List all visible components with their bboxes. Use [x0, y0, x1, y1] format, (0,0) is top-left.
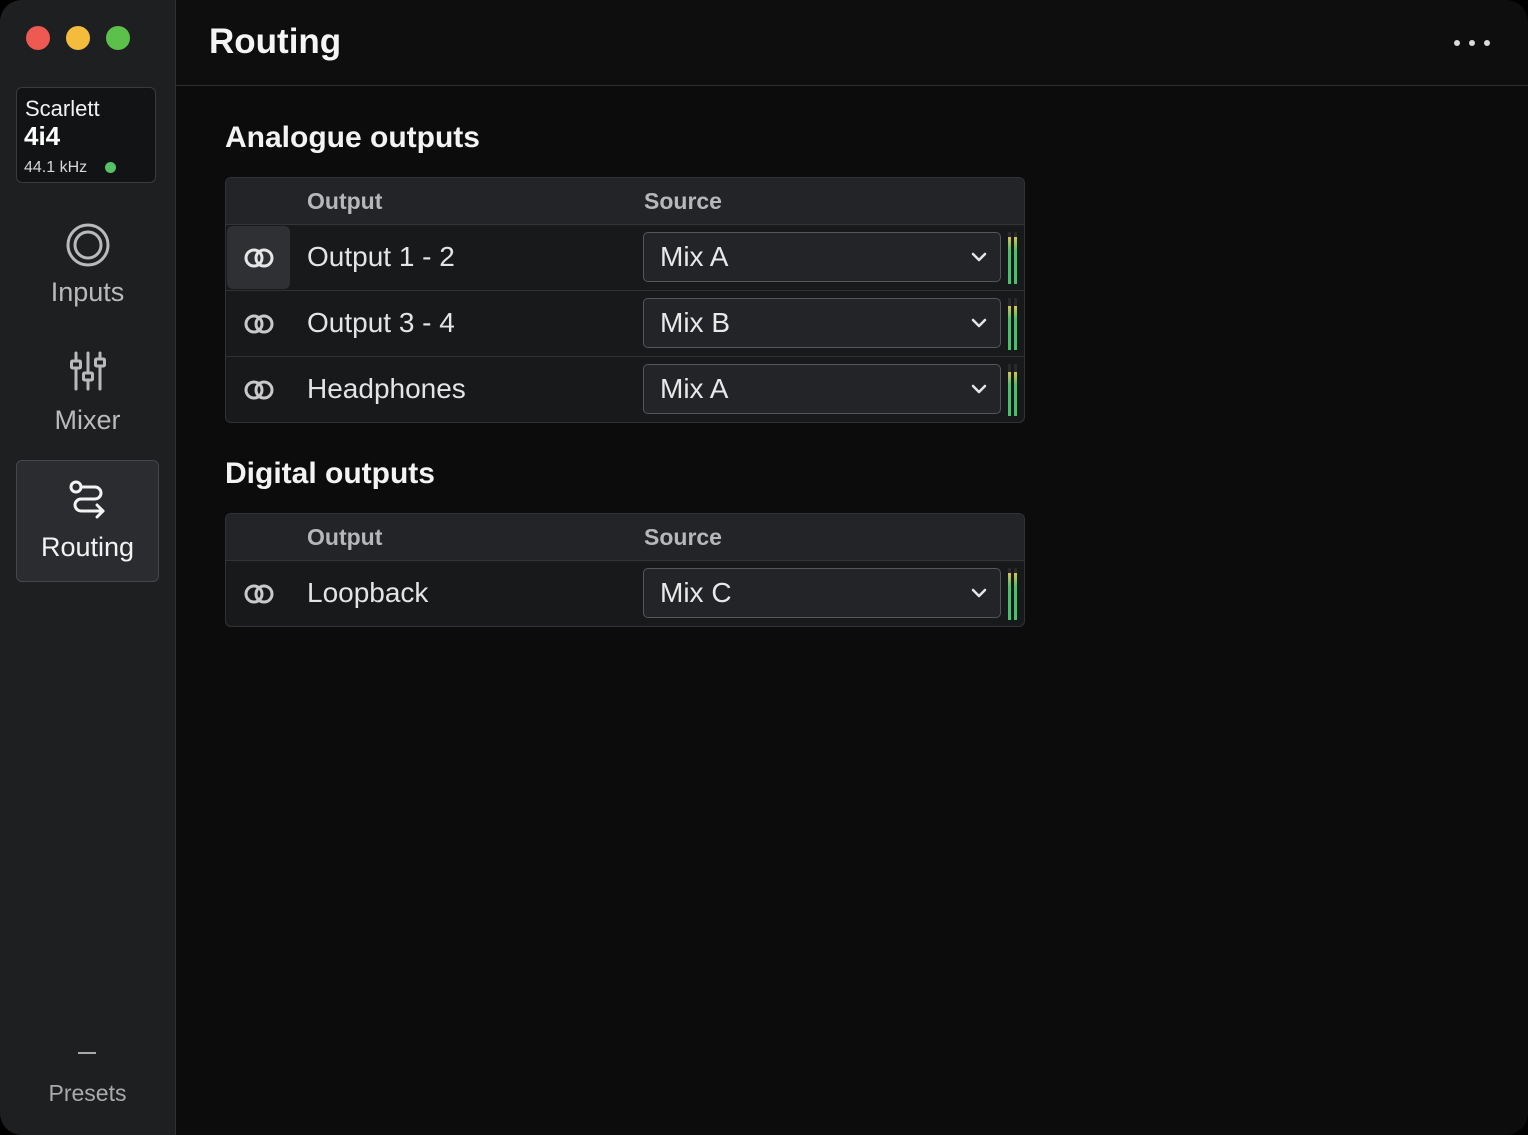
chevron-down-icon: [970, 248, 988, 271]
column-header-output: Output: [307, 188, 383, 214]
output-name: Headphones: [307, 373, 466, 404]
sidebar-item-label: Mixer: [54, 405, 121, 435]
source-select-value: Mix A: [660, 241, 729, 272]
digital-outputs-table: Output Source Loopback Mix C: [225, 513, 1025, 627]
source-select-value: Mix B: [660, 307, 730, 338]
meter-fill: [1008, 237, 1011, 284]
meter-fill: [1014, 573, 1017, 620]
zoom-window-button[interactable]: [106, 26, 130, 50]
table-header: Output Source: [226, 178, 1024, 225]
source-select[interactable]: Mix C: [643, 568, 1001, 618]
chevron-down-icon: [970, 314, 988, 337]
output-name: Output 3 - 4: [307, 307, 455, 338]
stereo-link-icon[interactable]: [227, 562, 290, 625]
stereo-link-icon[interactable]: [227, 226, 290, 289]
sidebar-item-label: Routing: [40, 532, 135, 562]
analogue-outputs-table: Output Source Output 1 - 2 Mix A Output …: [225, 177, 1025, 423]
level-meter: [1008, 298, 1018, 350]
stereo-link-icon[interactable]: [227, 358, 290, 421]
meter-channel-left: [1008, 232, 1011, 284]
meter-fill: [1008, 371, 1011, 416]
analogue-outputs-title: Analogue outputs: [225, 121, 480, 154]
table-header: Output Source: [226, 514, 1024, 561]
chevron-down-icon: [970, 380, 988, 403]
source-select-value: Mix C: [660, 577, 732, 608]
presets-button[interactable]: Presets: [0, 1078, 175, 1108]
meter-channel-left: [1008, 298, 1011, 350]
meter-channel-right: [1014, 298, 1017, 350]
sidebar-item-mixer[interactable]: Mixer: [16, 338, 159, 460]
sidebar-item-label: Inputs: [50, 277, 125, 307]
sample-rate: 44.1 kHz: [24, 159, 88, 176]
digital-outputs-title: Digital outputs: [225, 457, 435, 490]
routing-path-icon: [17, 479, 158, 521]
inputs-rings-icon: [16, 222, 159, 268]
level-meter: [1008, 568, 1018, 620]
connection-status-dot: [105, 162, 116, 173]
column-header-output: Output: [307, 524, 383, 550]
presets-handle[interactable]: [78, 1052, 96, 1054]
meter-fill: [1008, 305, 1011, 350]
source-select[interactable]: Mix A: [643, 232, 1001, 282]
meter-channel-left: [1008, 568, 1011, 620]
level-meter: [1008, 232, 1018, 284]
source-select-value: Mix A: [660, 373, 729, 404]
level-meter: [1008, 364, 1018, 416]
device-model: 4i4: [24, 121, 61, 151]
page-title: Routing: [209, 22, 342, 61]
table-row: Headphones Mix A: [226, 357, 1024, 422]
close-window-button[interactable]: [26, 26, 50, 50]
minimize-window-button[interactable]: [66, 26, 90, 50]
output-name: Loopback: [307, 577, 429, 608]
meter-channel-right: [1014, 568, 1017, 620]
sidebar-item-routing[interactable]: Routing: [16, 460, 159, 582]
mixer-sliders-icon: [16, 351, 159, 391]
column-header-source: Source: [644, 524, 722, 550]
meter-fill: [1014, 305, 1017, 350]
source-select[interactable]: Mix A: [643, 364, 1001, 414]
meter-fill: [1014, 237, 1017, 284]
sidebar-item-inputs[interactable]: Inputs: [16, 210, 159, 332]
chevron-down-icon: [970, 584, 988, 607]
sidebar: Scarlett 4i4 44.1 kHz Inputs Mixer Routi…: [0, 0, 176, 1135]
meter-fill: [1008, 573, 1011, 620]
table-row: Output 3 - 4 Mix B: [226, 291, 1024, 357]
device-card[interactable]: Scarlett 4i4 44.1 kHz: [16, 87, 156, 183]
meter-fill: [1014, 371, 1017, 416]
output-name: Output 1 - 2: [307, 241, 455, 272]
meter-channel-right: [1014, 232, 1017, 284]
meter-channel-right: [1014, 364, 1017, 416]
table-row: Output 1 - 2 Mix A: [226, 225, 1024, 291]
column-header-source: Source: [644, 188, 722, 214]
meter-channel-left: [1008, 364, 1011, 416]
device-brand: Scarlett: [25, 96, 100, 121]
header: Routing: [176, 0, 1528, 86]
app-window: Scarlett 4i4 44.1 kHz Inputs Mixer Routi…: [0, 0, 1528, 1135]
stereo-link-icon[interactable]: [227, 292, 290, 355]
more-options-icon[interactable]: [1454, 36, 1490, 50]
table-row: Loopback Mix C: [226, 561, 1024, 626]
source-select[interactable]: Mix B: [643, 298, 1001, 348]
